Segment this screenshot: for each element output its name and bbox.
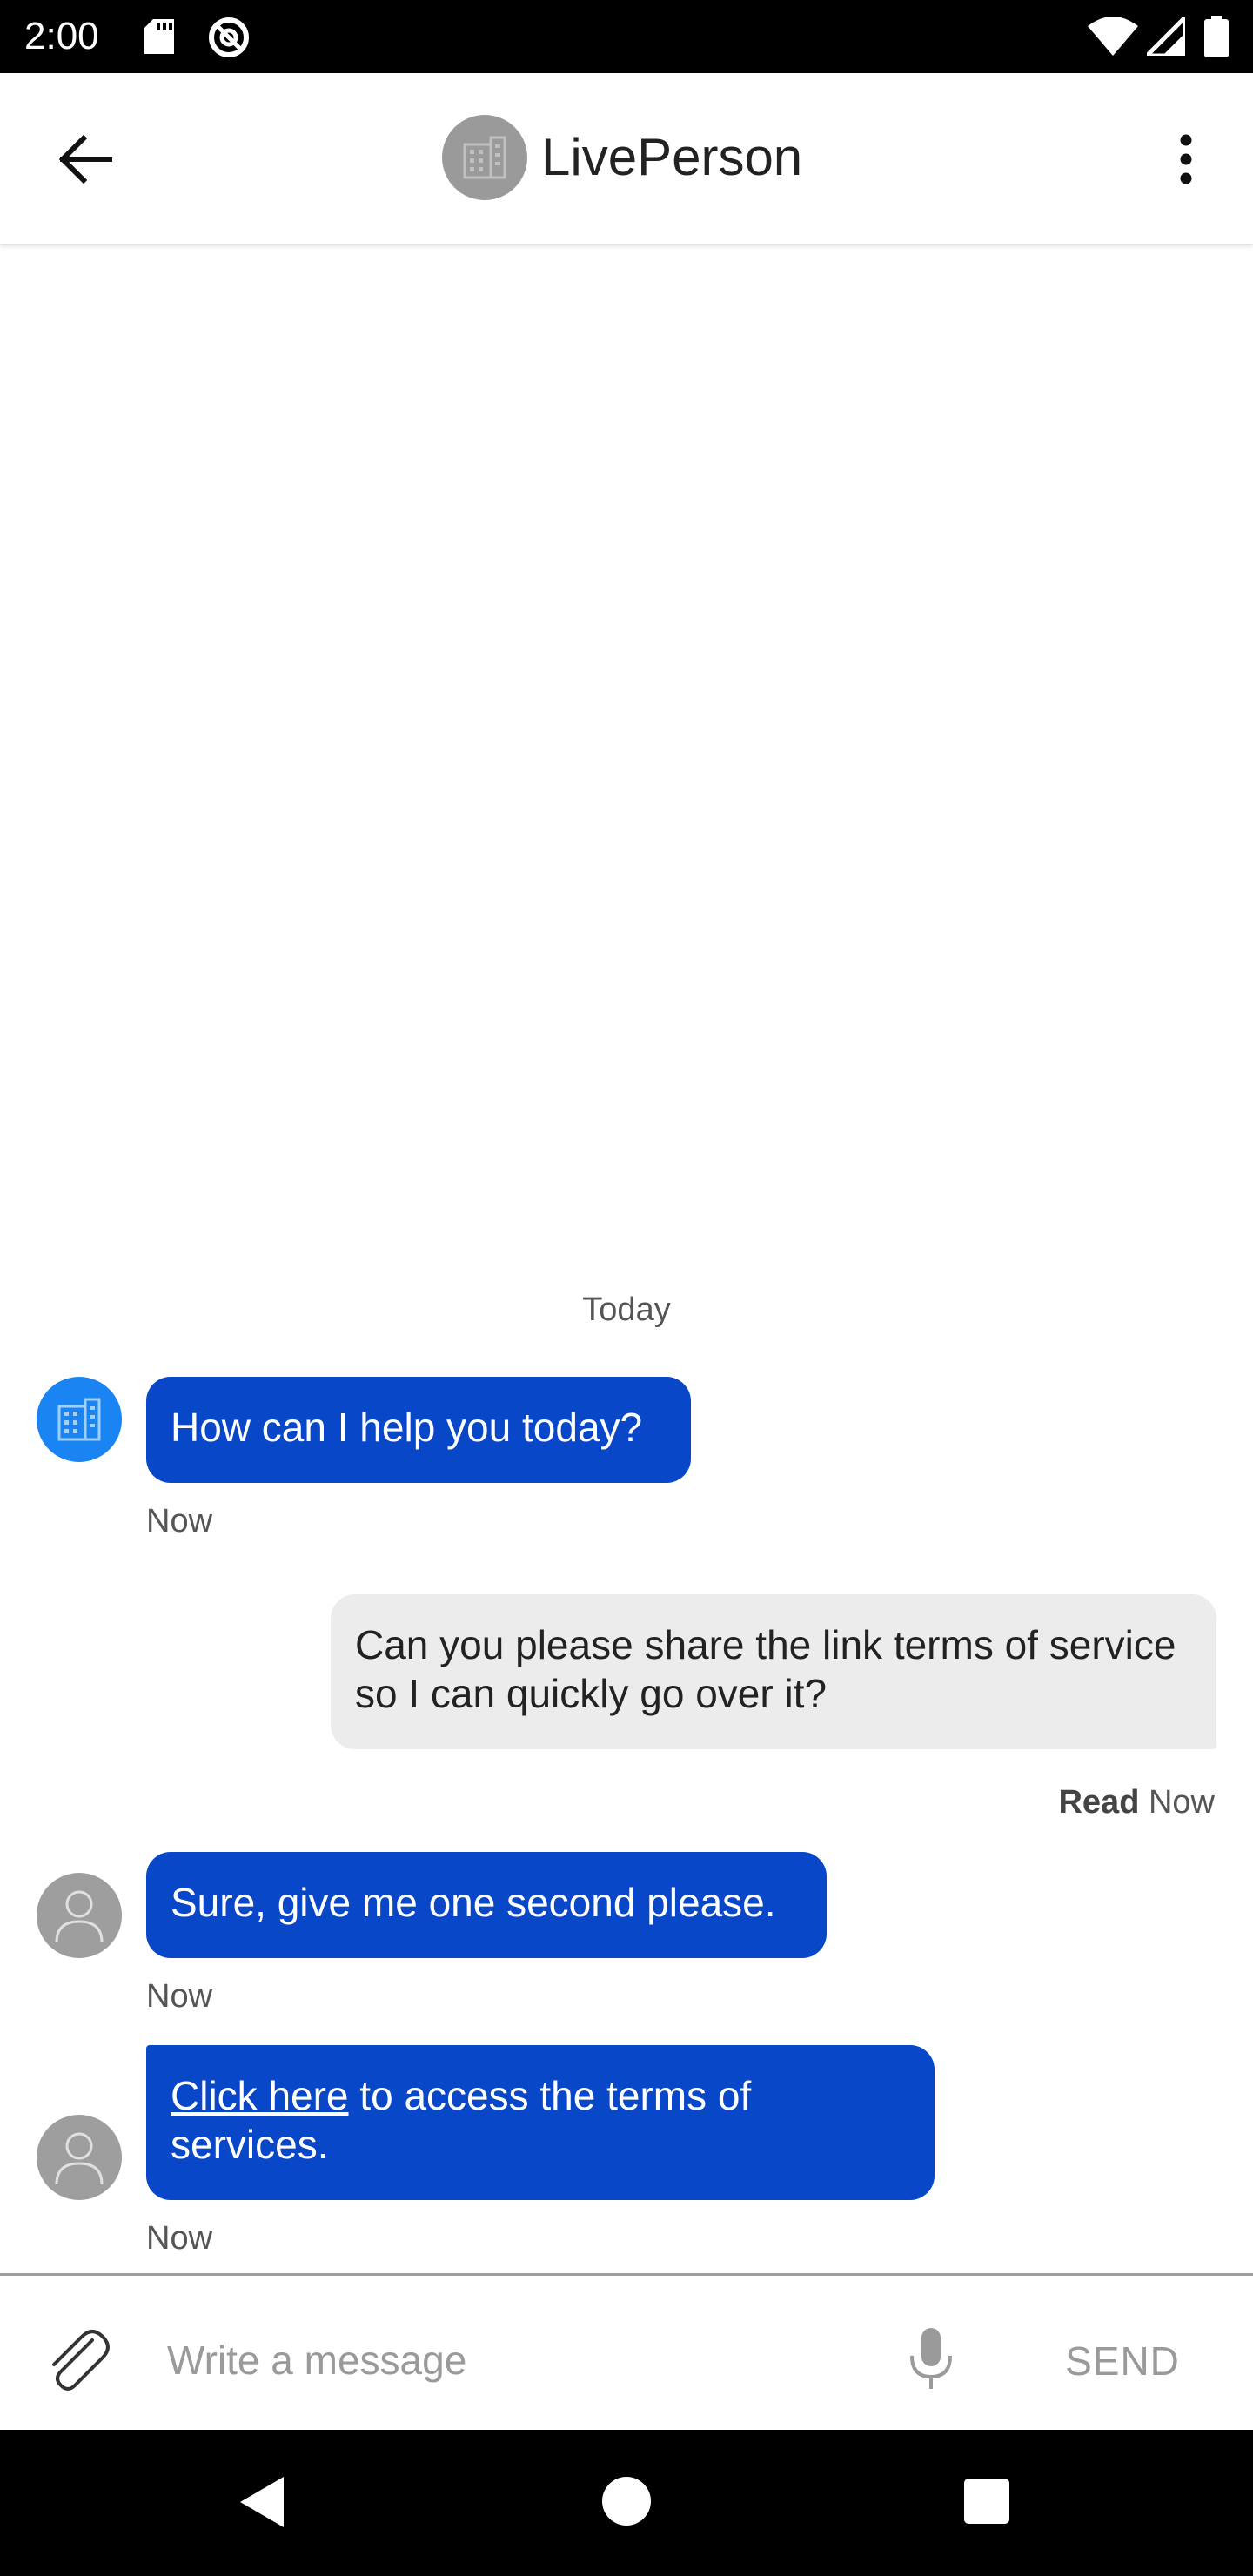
wifi-icon xyxy=(1088,17,1138,56)
app-header: LivePerson xyxy=(0,73,1253,245)
brand-avatar xyxy=(442,115,527,200)
agent-message-bubble: How can I help you today? xyxy=(146,1377,691,1483)
conversation-title: LivePerson xyxy=(541,128,803,186)
message-input[interactable] xyxy=(167,2323,846,2398)
back-button[interactable] xyxy=(42,120,129,198)
agent-message-bubble: Sure, give me one second please. xyxy=(146,1852,827,1958)
system-nav-bar xyxy=(0,2430,1253,2576)
bot-avatar xyxy=(37,1377,122,1462)
date-divider: Today xyxy=(582,1291,671,1328)
person-icon xyxy=(55,1890,104,1943)
do-not-disturb-icon xyxy=(209,17,249,57)
read-receipt: Read Now xyxy=(1058,1781,1215,1823)
battery-icon xyxy=(1204,16,1229,57)
status-bar: 2:00 xyxy=(0,0,1253,73)
building-icon xyxy=(463,136,506,179)
nav-home-icon[interactable] xyxy=(602,2477,651,2526)
more-vert-icon xyxy=(1180,134,1192,184)
signal-icon xyxy=(1147,17,1185,56)
more-options-button[interactable] xyxy=(1157,124,1215,195)
microphone-icon xyxy=(910,2328,952,2389)
arrow-left-icon xyxy=(58,135,112,184)
send-button[interactable]: SEND xyxy=(1044,2326,1201,2396)
nav-recents-icon[interactable] xyxy=(964,2479,1009,2524)
message-timestamp: Now xyxy=(146,1503,213,1540)
message-text: Sure, give me one second please. xyxy=(171,1880,776,1925)
message-timestamp: Now xyxy=(146,2220,213,2257)
agent-message-bubble: Click here to access the terms of servic… xyxy=(146,2045,935,2200)
message-text: Can you please share the link terms of s… xyxy=(355,1622,1176,1716)
attach-button[interactable] xyxy=(35,2318,118,2401)
building-icon xyxy=(57,1398,101,1441)
agent-avatar xyxy=(37,1873,122,1958)
terms-link[interactable]: Click here xyxy=(171,2073,349,2118)
person-icon xyxy=(55,2132,104,2185)
paperclip-icon xyxy=(52,2330,110,2391)
agent-avatar xyxy=(37,2115,122,2200)
message-composer: SEND xyxy=(0,2273,1253,2432)
status-time: 2:00 xyxy=(24,15,99,57)
microphone-button[interactable] xyxy=(896,2318,966,2401)
message-text: How can I help you today? xyxy=(171,1405,643,1450)
sd-card-icon xyxy=(144,19,174,54)
read-status: Read xyxy=(1058,1784,1140,1821)
user-message-bubble: Can you please share the link terms of s… xyxy=(331,1594,1216,1749)
message-timestamp: Now xyxy=(1148,1784,1215,1821)
message-timestamp: Now xyxy=(146,1978,213,2015)
nav-back-icon[interactable] xyxy=(237,2475,285,2529)
